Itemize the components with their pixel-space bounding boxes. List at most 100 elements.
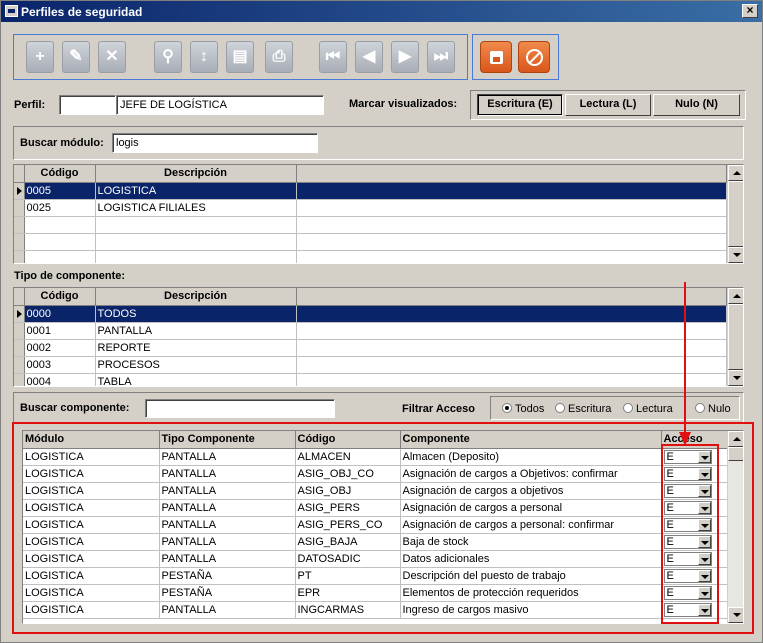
radio-icon [623,403,633,413]
cell-codigo [24,216,96,234]
next-icon: ▶ [398,48,412,65]
radio-icon [695,403,705,413]
annotation-box-components [12,422,754,634]
scroll-thumb[interactable] [728,304,743,370]
prev-button[interactable]: ◀ [355,41,383,73]
scroll-down-button[interactable] [728,247,743,263]
row-indicator [14,216,25,234]
cancel-icon [526,49,543,66]
cell-codigo: 0003 [24,356,96,374]
mark-escritura-button[interactable]: Escritura (E) [477,94,563,116]
title-bar: Perfiles de seguridad × [1,1,762,22]
report-button[interactable]: ▤ [226,41,254,73]
row-indicator [14,233,25,251]
table-row[interactable]: 0005 LOGISTICA [14,182,727,200]
table-row[interactable]: 0001 PANTALLA [14,322,727,340]
edit-button[interactable]: ✎ [62,41,90,73]
cell-filler [296,305,727,323]
tipo-scrollbar[interactable] [727,288,743,386]
filtro-radio-lectura[interactable]: Lectura [623,403,673,415]
print-icon: ⎙ [272,48,286,65]
row-indicator [14,322,25,340]
delete-button[interactable]: ✕ [98,41,126,73]
table-row[interactable] [14,216,727,234]
radio-label: Lectura [636,403,673,415]
cell-codigo [24,233,96,251]
row-indicator [14,305,25,323]
componente-search-label: Buscar componente: [20,402,130,414]
column-header-codigo[interactable]: Código [24,288,96,306]
radio-label: Nulo [708,403,731,415]
componente-search-input[interactable] [145,399,335,418]
scroll-up-button[interactable] [728,165,743,181]
add-button[interactable]: + [26,41,54,73]
tipo-label: Tipo de componente: [14,270,126,282]
toolbar-navigation: + ✎ ✕ ⚲ ↕ ▤ ⎙ ⏮ ◀ ▶ ⏭ [13,34,468,80]
perfil-code-input[interactable] [59,95,116,115]
cell-descripcion: TODOS [95,305,297,323]
table-row[interactable] [14,250,727,263]
table-row[interactable]: 0002 REPORTE [14,339,727,357]
print-button[interactable]: ⎙ [265,41,293,73]
window-icon [5,5,18,17]
first-button[interactable]: ⏮ [319,41,347,73]
search-button[interactable]: ⚲ [154,41,182,73]
filtro-radio-todos[interactable]: Todos [502,403,544,415]
table-row[interactable]: 0003 PROCESOS [14,356,727,374]
column-header-descripcion[interactable]: Descripción [95,165,297,183]
cell-descripcion [95,233,297,251]
table-row[interactable] [14,233,727,251]
filtro-radios: Todos Escritura Lectura Nulo [502,403,738,417]
last-icon: ⏭ [433,48,449,65]
cell-filler [296,339,727,357]
column-header-filler [296,288,727,306]
annotation-box-acceso [661,444,719,624]
edit-icon: ✎ [69,48,83,65]
cell-filler [296,250,727,263]
add-icon: + [35,48,45,65]
tipo-grid: Código Descripción 0000 TODOS 0001 PANTALLA… [13,287,744,387]
last-button[interactable]: ⏭ [427,41,455,73]
scroll-down-button[interactable] [728,370,743,386]
cell-codigo: 0002 [24,339,96,357]
cell-filler [296,182,727,200]
table-row[interactable]: 0025 LOGISTICA FILIALES [14,199,727,217]
mark-nulo-button[interactable]: Nulo (N) [653,94,740,116]
cell-descripcion [95,216,297,234]
scroll-thumb[interactable] [728,181,743,247]
cell-codigo: 0005 [24,182,96,200]
delete-icon: ✕ [105,48,119,65]
mark-lectura-button[interactable]: Lectura (L) [565,94,651,116]
row-indicator [14,250,25,263]
next-button[interactable]: ▶ [391,41,419,73]
modulos-scrollbar[interactable] [727,165,743,263]
cell-descripcion: LOGISTICA FILIALES [95,199,297,217]
row-indicator [14,182,25,200]
window-title: Perfiles de seguridad [21,5,143,19]
save-button[interactable] [480,41,512,73]
radio-icon [502,403,512,413]
search-icon: ⚲ [162,48,174,65]
row-indicator [14,339,25,357]
cell-filler [296,356,727,374]
table-row[interactable]: 0004 TABLA [14,373,727,386]
filtro-radio-escritura[interactable]: Escritura [555,403,611,415]
cell-filler [296,216,727,234]
filtro-label: Filtrar Acceso [402,403,475,415]
column-header-codigo[interactable]: Código [24,165,96,183]
cancel-button[interactable] [518,41,550,73]
column-header-descripcion[interactable]: Descripción [95,288,297,306]
perfil-name-input[interactable]: JEFE DE LOGÍSTICA [116,95,324,115]
row-indicator [14,356,25,374]
cell-descripcion [95,250,297,263]
sort-button[interactable]: ↕ [190,41,218,73]
scroll-up-button[interactable] [728,288,743,304]
perfil-label: Perfil: [14,99,46,111]
annotation-arrow [679,282,691,446]
filtro-radio-nulo[interactable]: Nulo [695,403,731,415]
modulo-search-input[interactable]: logis [112,133,318,153]
cell-codigo: 0000 [24,305,96,323]
close-button[interactable]: × [742,4,758,18]
table-row[interactable]: 0000 TODOS [14,305,727,323]
sort-icon: ↕ [200,48,208,65]
